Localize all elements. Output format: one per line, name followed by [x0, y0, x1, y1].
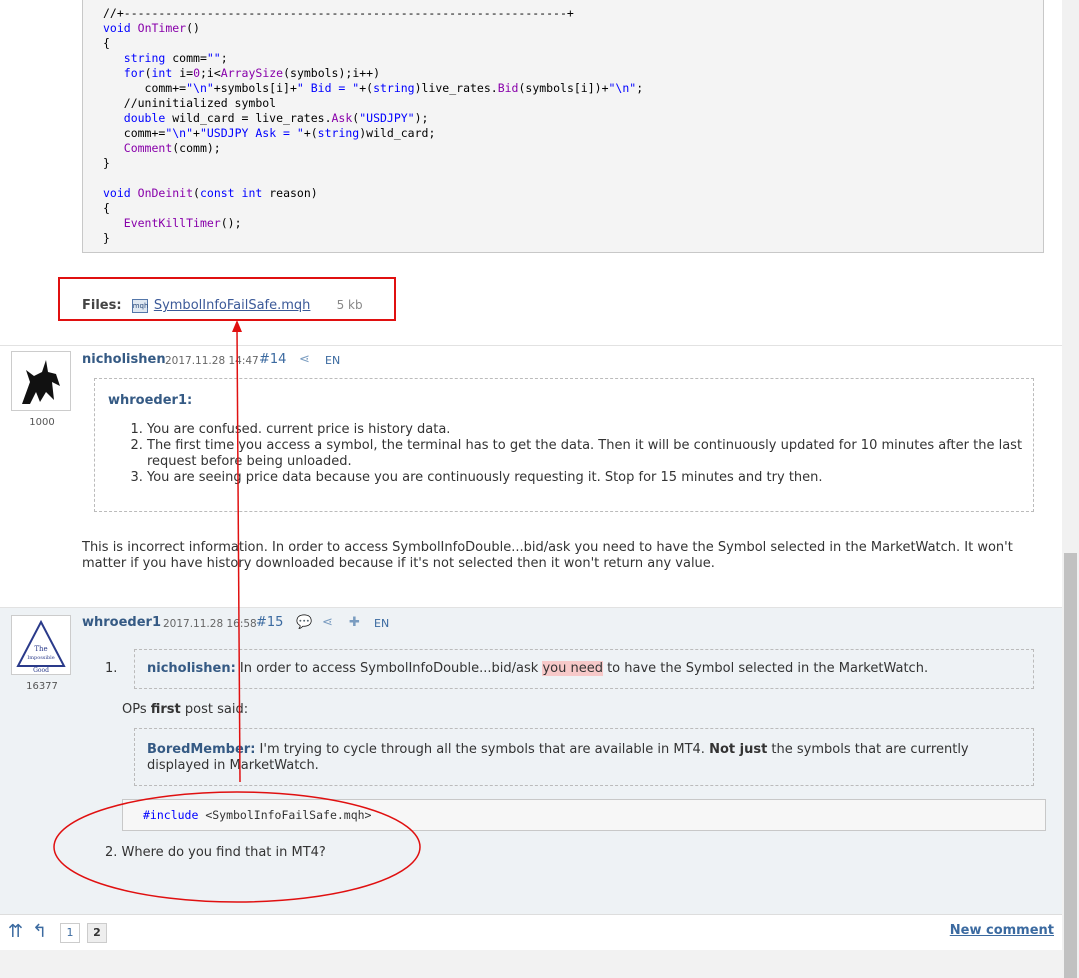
scrollbar-thumb[interactable] [1064, 553, 1077, 978]
scroll-top-icon[interactable]: ⇈ [8, 921, 23, 942]
scroll-up-icon[interactable]: ↰ [32, 921, 47, 942]
red-arrow-line [236, 327, 241, 783]
page-current-2[interactable]: 2 [87, 923, 107, 943]
new-comment-link[interactable]: New comment [950, 923, 1054, 938]
red-arrow-head [232, 320, 242, 332]
page-link-1[interactable]: 1 [60, 923, 80, 943]
footer-strip [0, 950, 1062, 978]
pagination-bar: ⇈ ↰ 1 2 New comment [0, 914, 1062, 951]
red-annotations [53, 320, 421, 903]
red-ellipse [53, 791, 421, 903]
